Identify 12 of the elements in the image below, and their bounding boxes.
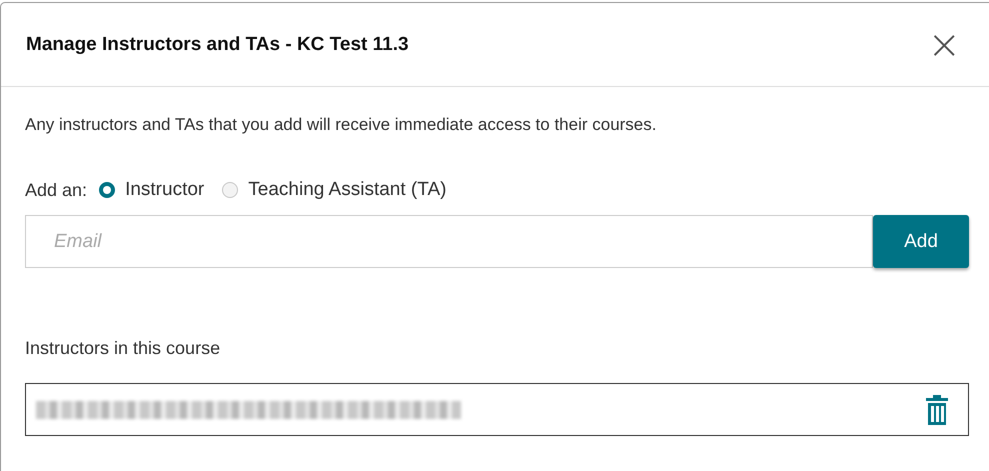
- add-button[interactable]: Add: [873, 215, 969, 268]
- email-field[interactable]: Email: [25, 215, 873, 268]
- section-heading: Instructors in this course: [25, 338, 222, 359]
- radio-label[interactable]: Teaching Assistant (TA): [248, 179, 446, 201]
- radio-label[interactable]: Instructor: [125, 179, 204, 201]
- close-button[interactable]: ×: [923, 24, 965, 64]
- radio-button[interactable]: [99, 182, 116, 198]
- trash-icon[interactable]: [926, 394, 948, 424]
- radio-button[interactable]: [222, 182, 238, 198]
- description-text: Any instructors and TAs that you add will receive immediate access to their courses.: [25, 115, 658, 135]
- dialog-title: Manage Instructors and TAs - KC Test 11.3: [26, 34, 409, 56]
- role-label: Add an:: [25, 180, 88, 200]
